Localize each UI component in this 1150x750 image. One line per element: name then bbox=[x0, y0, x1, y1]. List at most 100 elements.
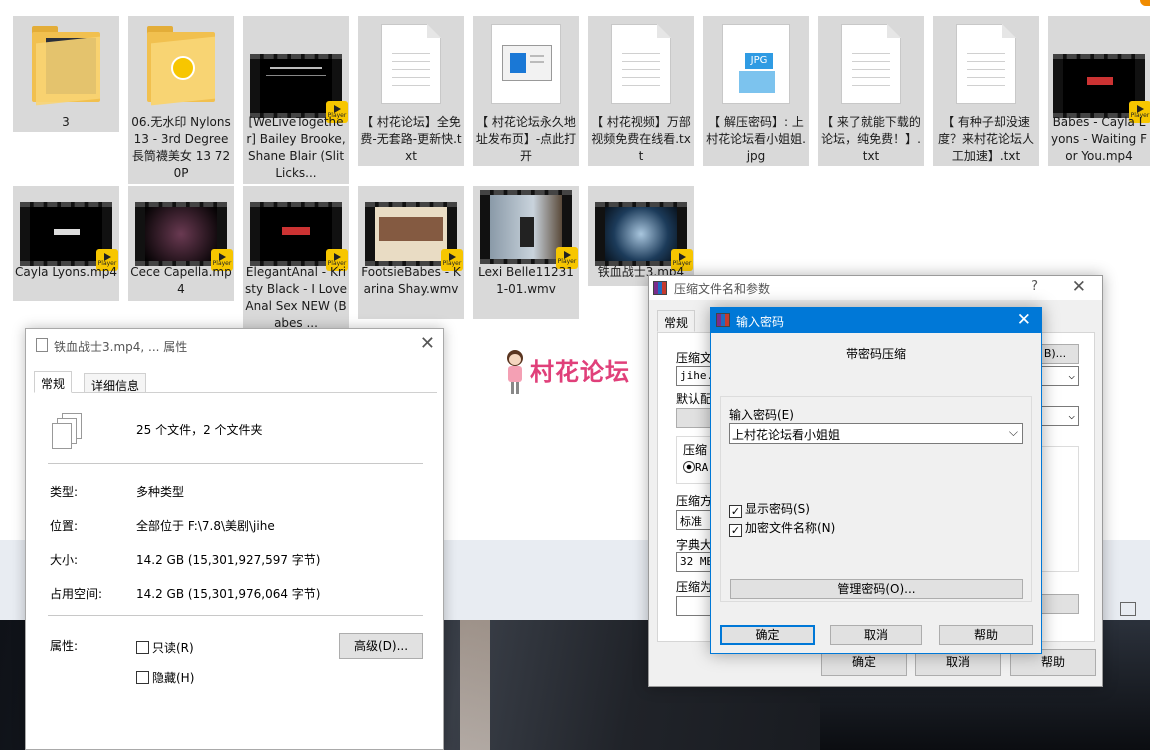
method-label: 压缩方 bbox=[676, 494, 710, 508]
file-name: 【 来了就能下载的论坛，纯免费！】.txt bbox=[821, 115, 921, 163]
file-name: 06.无水印 Nylons 13 - 3rd Degree 長筒襪美女 13 7… bbox=[131, 115, 231, 180]
file-name: Cayla Lyons.mp4 bbox=[15, 265, 117, 279]
password-dialog: 输入密码 ✕ 带密码压缩 输入密码(E) 上村花论坛看小姐姐 ⌵ 显示密码(S)… bbox=[710, 307, 1042, 654]
archive-name-label: 压缩文 bbox=[676, 351, 710, 365]
file-item[interactable]: 【 村花视频】万部视频免费在线看.txt bbox=[588, 16, 694, 166]
window-title: 输入密码 bbox=[736, 315, 785, 329]
file-item[interactable]: Player ElegantAnal - Kristy Black - I Lo… bbox=[243, 186, 349, 331]
advanced-button[interactable]: 高级(D)... bbox=[339, 633, 423, 659]
file-item[interactable]: Player Cayla Lyons.mp4 bbox=[13, 186, 119, 301]
text-file-icon bbox=[381, 24, 441, 104]
size-value: 14.2 GB (15,301,927,597 字节) bbox=[136, 553, 321, 567]
files-icon bbox=[36, 338, 48, 352]
help-icon[interactable]: ? bbox=[1031, 279, 1038, 294]
password-label: 输入密码(E) bbox=[729, 408, 794, 422]
split-combo[interactable] bbox=[676, 596, 712, 616]
tab-general[interactable]: 常规 bbox=[34, 371, 73, 393]
file-item[interactable]: Player Babes - Cayla Lyons - Waiting For… bbox=[1048, 16, 1150, 166]
options-group bbox=[1041, 446, 1079, 572]
file-item[interactable]: Player FootsieBabes - Karina Shay.wmv bbox=[358, 186, 464, 319]
file-name: Cece Capella.mp4 bbox=[130, 265, 232, 296]
title-bar[interactable]: 铁血战士3.mp4, ... 属性 ✕ bbox=[26, 329, 443, 361]
file-name: 【 村花论坛】全免费-无套路-更新快.txt bbox=[360, 115, 462, 163]
help-button[interactable]: 帮助 bbox=[939, 625, 1033, 645]
properties-window: 铁血战士3.mp4, ... 属性 ✕ 常规 详细信息 25 个文件，2 个文件… bbox=[25, 328, 444, 750]
close-icon[interactable]: ✕ bbox=[1017, 310, 1031, 330]
window-title: 压缩文件名和参数 bbox=[674, 282, 771, 296]
hidden-checkbox[interactable]: 隐藏(H) bbox=[136, 669, 194, 686]
cancel-button[interactable]: 取消 bbox=[830, 625, 922, 645]
format-rar-radio[interactable]: RA bbox=[683, 460, 711, 474]
general-panel: 25 个文件，2 个文件夹 类型: 多种类型 位置: 全部位于 F:\7.8\美… bbox=[34, 392, 437, 750]
disk-size-value: 14.2 GB (15,301,976,064 字节) bbox=[136, 587, 321, 601]
manage-passwords-button[interactable]: 管理密码(O)... bbox=[730, 579, 1023, 599]
attributes-label: 属性: bbox=[50, 639, 79, 653]
method-combo[interactable]: 标准 bbox=[676, 510, 712, 530]
title-bar[interactable]: 压缩文件名和参数 ? ✕ bbox=[649, 276, 1102, 300]
close-icon[interactable]: ✕ bbox=[420, 333, 435, 354]
file-name: Lexi Belle112311-01.wmv bbox=[478, 265, 574, 296]
file-name: FootsieBabes - Karina Shay.wmv bbox=[361, 265, 461, 296]
file-item[interactable]: 3 bbox=[13, 16, 119, 132]
view-toggle-icon[interactable] bbox=[1120, 602, 1136, 616]
folder-icon bbox=[147, 26, 215, 106]
tab-details[interactable]: 详细信息 bbox=[84, 373, 147, 393]
file-name: ElegantAnal - Kristy Black - I Love Anal… bbox=[245, 265, 347, 330]
winrar-icon bbox=[716, 313, 730, 327]
text-file-icon bbox=[611, 24, 671, 104]
jpg-file-icon: JPG bbox=[722, 24, 790, 104]
winrar-icon bbox=[653, 281, 667, 295]
show-password-checkbox[interactable]: 显示密码(S) bbox=[729, 500, 810, 518]
file-item[interactable]: 【 村花论坛永久地址发布页】-点此打开 bbox=[473, 16, 579, 166]
file-name: 【 村花论坛永久地址发布页】-点此打开 bbox=[475, 115, 577, 163]
chevron-down-icon[interactable]: ⌵ bbox=[1009, 425, 1018, 440]
file-name: Babes - Cayla Lyons - Waiting For You.mp… bbox=[1050, 115, 1148, 163]
profile-button[interactable] bbox=[676, 408, 712, 428]
close-icon[interactable]: ✕ bbox=[1072, 277, 1086, 297]
file-item[interactable]: Player 铁血战士3.mp4 bbox=[588, 186, 694, 286]
dictionary-combo[interactable]: 32 MB bbox=[676, 552, 712, 572]
video-thumbnail: Player bbox=[595, 202, 693, 271]
file-item[interactable]: 【 村花论坛】全免费-无套路-更新快.txt bbox=[358, 16, 464, 166]
file-item[interactable]: Player [WeLiveTogether] Bailey Brooke, S… bbox=[243, 16, 349, 184]
disk-size-label: 占用空间: bbox=[50, 587, 103, 601]
folder-icon bbox=[32, 26, 100, 106]
text-file-icon bbox=[841, 24, 901, 104]
file-name: 【 解压密码】: 上村花论坛看小姐姐.jpg bbox=[706, 115, 806, 163]
video-thumbnail: Player bbox=[250, 202, 348, 271]
type-label: 类型: bbox=[50, 485, 79, 499]
video-thumbnail: Player bbox=[250, 54, 348, 123]
tab-general[interactable]: 常规 bbox=[657, 310, 696, 332]
password-input[interactable]: 上村花论坛看小姐姐 ⌵ bbox=[729, 423, 1023, 444]
file-item[interactable]: 06.无水印 Nylons 13 - 3rd Degree 長筒襪美女 13 7… bbox=[128, 16, 234, 184]
video-thumbnail: Player bbox=[365, 202, 463, 271]
save-profile-button[interactable] bbox=[1041, 594, 1079, 614]
ok-button[interactable]: 确定 bbox=[720, 625, 815, 645]
file-item[interactable]: Player Cece Capella.mp4 bbox=[128, 186, 234, 301]
file-item[interactable]: 【 来了就能下载的论坛，纯免费！】.txt bbox=[818, 16, 924, 166]
profile-label: 默认配 bbox=[676, 392, 710, 406]
selection-summary: 25 个文件，2 个文件夹 bbox=[136, 423, 263, 437]
file-name: 【 村花视频】万部视频免费在线看.txt bbox=[591, 115, 691, 163]
video-thumbnail: Player bbox=[20, 202, 118, 271]
split-label: 压缩为 bbox=[676, 580, 710, 594]
multi-file-icon bbox=[52, 413, 82, 449]
window-title: 铁血战士3.mp4, ... 属性 bbox=[54, 340, 188, 354]
file-item[interactable]: 【 有种子却没速度？来村花论坛人工加速】.txt bbox=[933, 16, 1039, 166]
title-bar[interactable]: 输入密码 ✕ bbox=[711, 308, 1041, 333]
video-thumbnail: Player bbox=[135, 202, 233, 271]
watermark-text: 村花论坛 bbox=[530, 358, 630, 386]
video-thumbnail: Player bbox=[480, 190, 578, 269]
file-item[interactable]: Player Lexi Belle112311-01.wmv bbox=[473, 186, 579, 319]
location-value: 全部位于 F:\7.8\美剧\jihe bbox=[136, 519, 275, 533]
size-label: 大小: bbox=[50, 553, 79, 567]
encrypt-filenames-checkbox[interactable]: 加密文件名称(N) bbox=[729, 519, 835, 537]
dialog-heading: 带密码压缩 bbox=[845, 347, 906, 361]
file-item[interactable]: JPG 【 解压密码】: 上村花论坛看小姐姐.jpg bbox=[703, 16, 809, 166]
file-name: 【 有种子却没速度？来村花论坛人工加速】.txt bbox=[937, 115, 1034, 163]
format-label: 压缩 bbox=[683, 443, 708, 457]
file-name: 3 bbox=[62, 115, 70, 129]
file-name: [WeLiveTogether] Bailey Brooke, Shane Bl… bbox=[246, 115, 346, 180]
video-thumbnail: Player bbox=[1053, 54, 1150, 123]
readonly-checkbox[interactable]: 只读(R) bbox=[136, 639, 194, 656]
